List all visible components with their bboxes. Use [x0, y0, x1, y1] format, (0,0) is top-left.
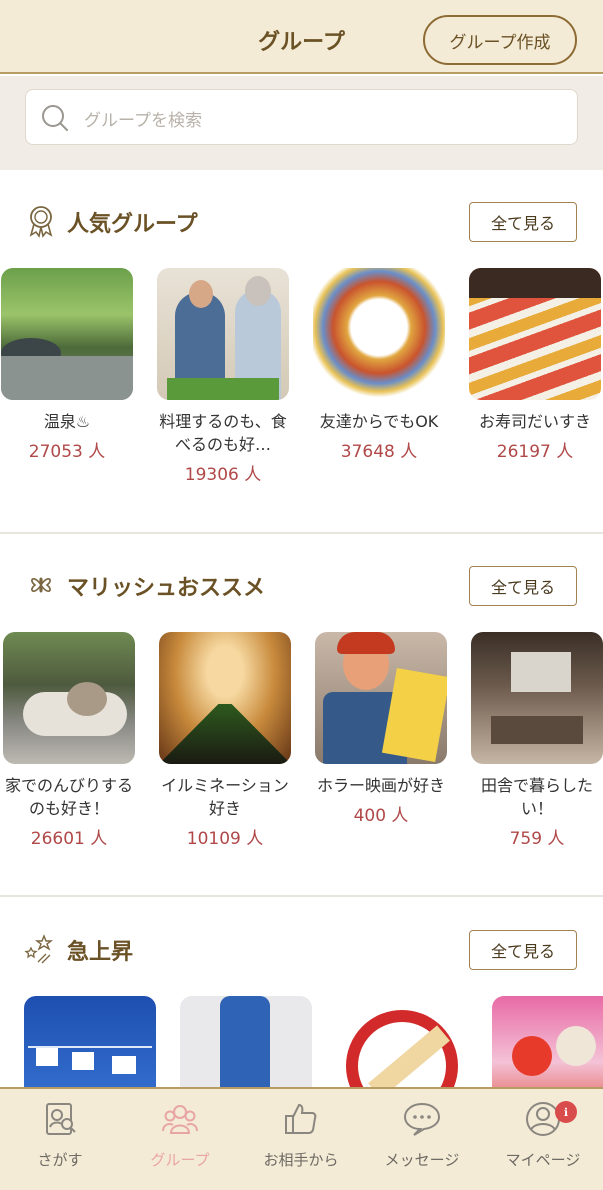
group-thumbnail — [24, 996, 156, 1087]
section-header: 急上昇 全て見る — [0, 918, 603, 978]
group-name: イルミネーション好き — [161, 776, 289, 818]
group-name: お寿司だいすき — [478, 412, 591, 431]
group-card[interactable]: 田舎で暮らしたい！ 759 人 — [466, 632, 603, 849]
section-header: 人気グループ 全て見る — [0, 190, 603, 250]
top-app-bar: グループ グループ作成 — [0, 0, 603, 74]
see-all-button[interactable]: 全て見る — [469, 566, 577, 606]
group-name: 友達からでもOK — [319, 412, 439, 431]
section-divider — [0, 532, 603, 534]
group-card[interactable]: イルミネーション好き 10109 人 — [154, 632, 296, 849]
search-area: グループを検索 — [0, 76, 603, 170]
member-count: 10109 人 — [186, 829, 264, 849]
search-placeholder: グループを検索 — [84, 111, 202, 131]
nav-item-group[interactable]: グループ — [120, 1099, 240, 1170]
group-thumbnail — [180, 996, 312, 1087]
group-card[interactable] — [19, 996, 161, 1087]
group-card[interactable] — [487, 996, 603, 1087]
section-title: 急上昇 — [67, 940, 134, 965]
group-thumbnail — [492, 996, 603, 1087]
nav-item-mypage[interactable]: ℹ︎ マイページ — [483, 1099, 603, 1170]
search-input[interactable]: グループを検索 — [25, 89, 578, 145]
group-card[interactable] — [331, 996, 473, 1087]
nav-label: マイページ — [505, 1151, 581, 1169]
group-thumbnail — [1, 268, 133, 400]
nav-item-likes[interactable]: お相手から — [241, 1099, 361, 1170]
group-card[interactable]: 友達からでもOK 37648 人 — [308, 268, 450, 462]
sparkle-stars-icon — [24, 934, 54, 964]
group-name: ホラー映画が好き — [316, 776, 445, 795]
recommended-groups-section: マリッシュおススメ 全て見る 家でのんびりするのも好き！ 26601 人 イルミ… — [0, 554, 603, 890]
trending-groups-section: 急上昇 全て見る — [0, 918, 603, 1087]
notification-badge: ℹ︎ — [555, 1101, 577, 1123]
member-count: 19306 人 — [184, 465, 262, 485]
popular-groups-section: 人気グループ 全て見る 温泉♨ 27053 人 料理するのも、食べるのも好… 1… — [0, 190, 603, 530]
thumbs-up-icon — [285, 1103, 317, 1134]
bottom-navigation: さがす グループ お相手から メッセージ ℹ︎ マイページ — [0, 1087, 603, 1190]
group-thumbnail — [157, 268, 289, 400]
group-card[interactable]: 料理するのも、食べるのも好… 19306 人 — [152, 268, 294, 485]
group-people-icon — [162, 1105, 198, 1134]
section-title: 人気グループ — [67, 212, 198, 237]
nav-item-search[interactable]: さがす — [0, 1099, 120, 1170]
member-count: 27053 人 — [28, 442, 106, 462]
clover-icon — [31, 577, 51, 593]
member-count: 37648 人 — [340, 442, 418, 462]
group-name: 温泉♨ — [43, 412, 91, 431]
group-card[interactable]: ホラー映画が好き 400 人 — [310, 632, 452, 826]
group-thumbnail — [3, 632, 135, 764]
nav-label: お相手から — [263, 1151, 339, 1169]
member-count: 400 人 — [353, 806, 409, 826]
nav-item-messages[interactable]: メッセージ — [362, 1099, 482, 1170]
section-divider — [0, 895, 603, 897]
member-count: 26197 人 — [496, 442, 574, 462]
nav-label: さがす — [37, 1151, 83, 1169]
member-count: 26601 人 — [30, 829, 108, 849]
group-card[interactable]: お寿司だいすき 26197 人 — [464, 268, 603, 462]
nav-label: グループ — [150, 1151, 210, 1169]
section-header: マリッシュおススメ 全て見る — [0, 554, 603, 614]
see-all-button[interactable]: 全て見る — [469, 202, 577, 242]
section-title: マリッシュおススメ — [67, 576, 266, 601]
group-thumbnail — [471, 632, 603, 764]
group-thumbnail — [159, 632, 291, 764]
group-card[interactable]: 温泉♨ 27053 人 — [0, 268, 138, 462]
create-group-button[interactable]: グループ作成 — [423, 15, 577, 65]
nav-label: メッセージ — [384, 1151, 460, 1169]
group-thumbnail — [469, 268, 601, 400]
member-count: 759 人 — [509, 829, 565, 849]
group-name: 料理するのも、食べるのも好… — [159, 412, 287, 454]
group-card[interactable] — [175, 996, 317, 1087]
group-thumbnail — [315, 632, 447, 764]
group-name: 家でのんびりするのも好き！ — [4, 776, 133, 818]
see-all-button[interactable]: 全て見る — [469, 930, 577, 970]
group-thumbnail — [336, 996, 468, 1087]
group-name: 田舎で暮らしたい！ — [480, 776, 593, 818]
search-profile-icon — [46, 1103, 76, 1135]
search-icon — [42, 105, 68, 131]
group-card[interactable]: 家でのんびりするのも好き！ 26601 人 — [0, 632, 140, 849]
award-ribbon-icon — [29, 206, 53, 238]
group-thumbnail — [313, 268, 445, 400]
message-bubble-icon — [403, 1102, 441, 1136]
